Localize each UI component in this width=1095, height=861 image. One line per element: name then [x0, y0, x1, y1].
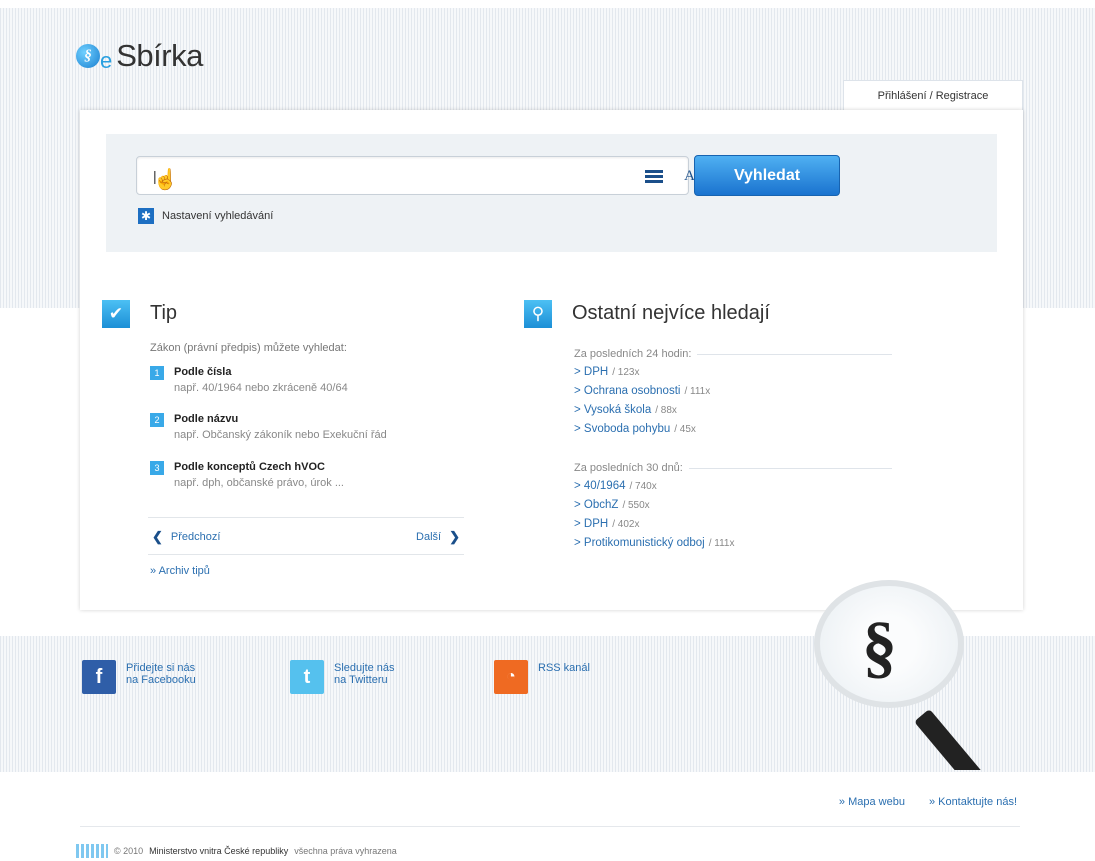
tip-archive-link[interactable]: » Archiv tipů	[150, 565, 210, 577]
rss-link[interactable]: ◔ RSS kanál	[494, 660, 590, 694]
magnifier-icon: ⚲	[524, 300, 552, 328]
checkmark-icon: ✔	[102, 300, 130, 328]
ministry-logo-icon	[76, 844, 108, 858]
footer-divider	[80, 826, 1020, 827]
popular-link[interactable]: > Ochrana osobnosti	[574, 385, 680, 397]
popular-count: / 123x	[612, 367, 640, 378]
popular-link[interactable]: > DPH	[574, 366, 608, 378]
next-tip-button[interactable]: Další ❯	[416, 529, 460, 545]
tip-example: např. Občanský zákoník nebo Exekuční řád	[174, 429, 387, 441]
site-logo[interactable]: § e Sbírka	[76, 38, 203, 74]
footer-links: » Mapa webu » Kontaktujte nás!	[839, 796, 1017, 808]
popular-group-heading: Za posledních 24 hodin:	[574, 348, 692, 360]
tip-item: 2 Podle názvu např. Občanský zákoník neb…	[150, 413, 420, 447]
magnifier-handle	[914, 708, 986, 770]
tip-item: 3 Podle konceptů Czech hVOC např. dph, o…	[150, 461, 420, 495]
popular-link[interactable]: > Svoboda pohybu	[574, 423, 670, 435]
logo-prefix: e	[100, 48, 113, 73]
copyright: © 2010 Ministerstvo vnitra České republi…	[76, 844, 397, 858]
next-label: Další	[416, 531, 442, 543]
popular-link[interactable]: > ObchZ	[574, 499, 618, 511]
popular-group-heading: Za posledních 30 dnů:	[574, 462, 683, 474]
hand-cursor-icon: ☝	[153, 169, 178, 191]
tip-number: 2	[150, 413, 164, 427]
tip-heading: Podle konceptů Czech hVOC	[174, 461, 325, 473]
popular-link[interactable]: > Vysoká škola	[574, 404, 651, 416]
chevron-right-icon: ❯	[449, 529, 460, 544]
list-item: > Svoboda pohybu / 45x	[574, 423, 892, 442]
tip-heading: Podle názvu	[174, 413, 239, 425]
rss-text: RSS kanál	[538, 662, 590, 674]
tip-navigation: ❮ Předchozí Další ❯	[148, 517, 464, 555]
logo-name: Sbírka	[116, 38, 203, 73]
list-item: > DPH / 402x	[574, 518, 892, 537]
popular-title: Ostatní nejvíce hledají	[572, 302, 770, 324]
tip-item: 1 Podle čísla např. 40/1964 nebo zkrácen…	[150, 366, 420, 400]
list-item: > 40/1964 / 740x	[574, 480, 892, 499]
paragraph-seal-icon: §	[76, 44, 100, 68]
twitter-text-2: na Twitteru	[334, 674, 388, 686]
popular-link[interactable]: > Protikomunistický odboj	[574, 537, 705, 549]
search-settings-link[interactable]: ✱ Nastavení vyhledávání	[138, 208, 273, 224]
tip-number: 3	[150, 461, 164, 475]
tip-title: Tip	[150, 302, 178, 324]
popular-count: / 45x	[674, 424, 696, 435]
gear-icon: ✱	[138, 208, 154, 224]
popular-link[interactable]: > 40/1964	[574, 480, 625, 492]
list-item: > Ochrana osobnosti / 111x	[574, 385, 892, 404]
rss-icon: ◔	[494, 660, 528, 694]
popular-count: / 550x	[622, 500, 650, 511]
twitter-link[interactable]: t Sledujte nás na Twitteru	[290, 660, 395, 694]
search-button[interactable]: Vyhledat	[694, 155, 840, 196]
twitter-text-1: Sledujte nás	[334, 662, 395, 674]
tip-intro: Zákon (právní předpis) můžete vyhledat:	[150, 342, 347, 354]
contact-link[interactable]: » Kontaktujte nás!	[929, 796, 1017, 808]
search-settings-label: Nastavení vyhledávání	[162, 210, 274, 222]
list-item: > Protikomunistický odboj/ 111x	[574, 537, 892, 556]
copyright-prefix: © 2010	[114, 846, 144, 856]
popular-count: / 111x	[684, 386, 711, 397]
previous-tip-button[interactable]: ❮ Předchozí	[152, 529, 220, 545]
magnifier-illustration: §	[810, 580, 990, 770]
rights-text: všechna práva vyhrazena	[294, 846, 397, 856]
chevron-left-icon: ❮	[152, 529, 163, 544]
facebook-text-1: Přidejte si nás	[126, 662, 196, 674]
ministry-link[interactable]: Ministerstvo vnitra České republiky	[149, 846, 288, 856]
popular-link[interactable]: > DPH	[574, 518, 608, 530]
paragraph-mark-icon: §	[862, 609, 897, 686]
tip-heading: Podle čísla	[174, 366, 232, 378]
tip-example: např. dph, občanské právo, úrok ...	[174, 477, 344, 489]
list-item: > ObchZ / 550x	[574, 499, 892, 518]
popular-count: / 740x	[629, 481, 657, 492]
popular-group-24h: Za posledních 24 hodin: > DPH / 123x > Oc…	[574, 348, 892, 442]
login-register-link[interactable]: Přihlášení / Registrace	[843, 80, 1023, 110]
previous-label: Předchozí	[170, 531, 221, 543]
popular-group-30d: Za posledních 30 dnů: > 40/1964 / 740x > …	[574, 462, 892, 556]
popular-count: / 111x	[708, 538, 735, 549]
search-panel: | ☝ Aa Vyhledat ✱ Nastavení vyhledávání	[106, 134, 997, 252]
twitter-icon: t	[290, 660, 324, 694]
popular-count: / 88x	[655, 405, 677, 416]
list-item: > DPH / 123x	[574, 366, 892, 385]
tip-example: např. 40/1964 nebo zkráceně 40/64	[174, 382, 348, 394]
facebook-icon: f	[82, 660, 116, 694]
list-item: > Vysoká škola / 88x	[574, 404, 892, 423]
tip-number: 1	[150, 366, 164, 380]
search-input[interactable]: | ☝ Aa	[136, 156, 700, 195]
facebook-link[interactable]: f Přidejte si nás na Facebooku	[82, 660, 196, 694]
sitemap-link[interactable]: » Mapa webu	[839, 796, 905, 808]
list-view-button[interactable]	[642, 164, 666, 188]
popular-count: / 402x	[612, 519, 640, 530]
facebook-text-2: na Facebooku	[126, 674, 196, 686]
